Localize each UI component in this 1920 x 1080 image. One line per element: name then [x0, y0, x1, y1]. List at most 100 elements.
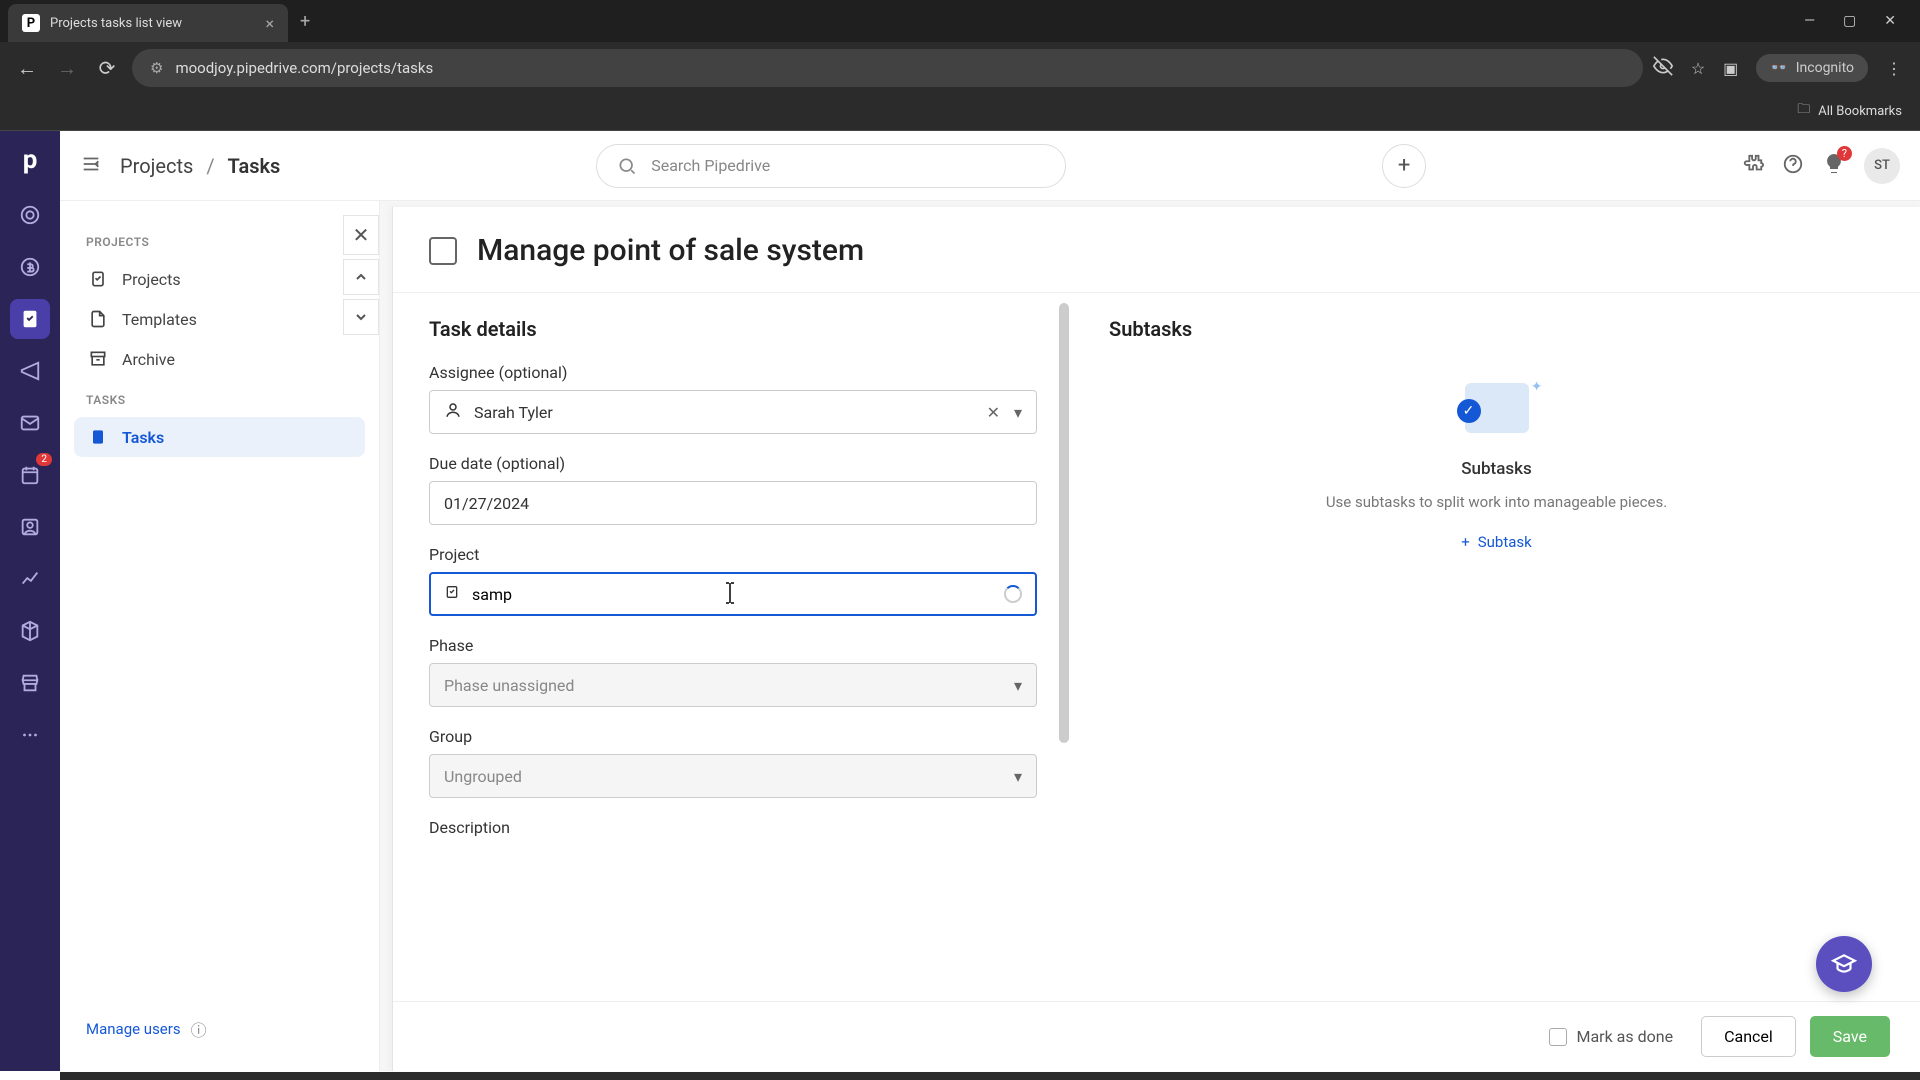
bookmark-star-icon[interactable]: ☆: [1691, 59, 1705, 78]
vrail-item-projects[interactable]: [10, 299, 50, 339]
info-icon[interactable]: ⓘ: [191, 1017, 207, 1041]
vrail-item-target[interactable]: [10, 195, 50, 235]
group-value: Ungrouped: [444, 767, 522, 786]
assignee-select[interactable]: Sarah Tyler ✕ ▾: [429, 390, 1037, 434]
breadcrumb-separator: /: [206, 154, 214, 178]
vrail-item-activities[interactable]: 2: [10, 455, 50, 495]
browser-tab[interactable]: P Projects tasks list view ×: [8, 4, 288, 42]
vrail-item-campaigns[interactable]: [10, 351, 50, 391]
checkbox-icon: [1549, 1028, 1567, 1046]
minimize-icon[interactable]: —: [1804, 13, 1815, 29]
sidebar-item-label: Projects: [122, 270, 181, 289]
url-right-icons: ☆ ▣ 👓 Incognito ⋮: [1653, 54, 1908, 82]
group-label: Group: [429, 727, 1037, 746]
help-fab[interactable]: [1816, 936, 1872, 992]
sidebar-item-archive[interactable]: Archive: [74, 339, 365, 379]
panel-controls: ✕: [343, 215, 379, 335]
browser-menu-icon[interactable]: ⋮: [1886, 59, 1902, 78]
vrail-item-products[interactable]: [10, 611, 50, 651]
url-bar: ← → ⟳ ⚙ moodjoy.pipedrive.com/projects/t…: [0, 42, 1920, 94]
vrail-item-deals[interactable]: [10, 247, 50, 287]
new-tab-button[interactable]: +: [300, 11, 310, 32]
reload-button[interactable]: ⟳: [92, 56, 122, 80]
app-root: p 2 Projects / Tasks Search Pipedrive +: [0, 131, 1920, 1071]
vrail-item-insights[interactable]: [10, 559, 50, 599]
quick-help-button[interactable]: ?: [1822, 152, 1846, 180]
bottom-strip: [60, 1072, 1920, 1080]
sidebar-item-label: Templates: [122, 310, 197, 329]
sidebar-item-label: Tasks: [122, 428, 164, 447]
due-date-input[interactable]: 01/27/2024: [429, 481, 1037, 525]
phase-value: Phase unassigned: [444, 676, 574, 695]
search-input[interactable]: Search Pipedrive: [596, 144, 1066, 188]
field-project: Project: [429, 545, 1037, 616]
sidebar-item-label: Archive: [122, 350, 175, 369]
project-label: Project: [429, 545, 1037, 564]
panel-footer: Mark as done Cancel Save: [393, 1001, 1920, 1071]
chevron-down-icon[interactable]: ▾: [1014, 403, 1022, 422]
close-panel-button[interactable]: ✕: [343, 215, 379, 255]
task-detail-panel: ✕ Manage point of sale system Task detai…: [392, 207, 1920, 1071]
sidebar-item-tasks[interactable]: Tasks: [74, 417, 365, 457]
vrail-item-more[interactable]: [10, 715, 50, 755]
cancel-button[interactable]: Cancel: [1701, 1016, 1796, 1057]
sidebar-item-templates[interactable]: Templates: [74, 299, 365, 339]
vrail-item-mail[interactable]: [10, 403, 50, 443]
manage-users-link[interactable]: Manage users: [86, 1020, 181, 1038]
app-content: Projects / Tasks Search Pipedrive + ? ST: [60, 131, 1920, 1071]
vrail-item-contacts[interactable]: [10, 507, 50, 547]
scrollbar-thumb[interactable]: [1059, 303, 1069, 743]
chevron-down-icon[interactable]: ▾: [1014, 767, 1022, 786]
folder-icon: 🗀: [1797, 100, 1810, 122]
site-settings-icon[interactable]: ⚙: [150, 59, 163, 77]
extensions-icon[interactable]: [1742, 153, 1764, 179]
vertical-rail: p 2: [0, 131, 60, 1071]
vrail-item-marketplace[interactable]: [10, 663, 50, 703]
forward-button[interactable]: →: [52, 56, 82, 81]
help-icon[interactable]: [1782, 153, 1804, 179]
panel-header: Manage point of sale system: [393, 207, 1920, 292]
collapse-sidebar-icon[interactable]: [80, 153, 102, 179]
tab-favicon: P: [22, 14, 40, 32]
all-bookmarks-button[interactable]: 🗀 All Bookmarks: [1797, 100, 1902, 122]
user-avatar[interactable]: ST: [1864, 148, 1900, 184]
assignee-label: Assignee (optional): [429, 363, 1037, 382]
phase-select[interactable]: Phase unassigned ▾: [429, 663, 1037, 707]
next-task-button[interactable]: [343, 299, 379, 335]
document-icon: [88, 309, 108, 329]
add-button[interactable]: +: [1382, 144, 1426, 188]
chevron-down-icon[interactable]: ▾: [1014, 676, 1022, 695]
field-group: Group Ungrouped ▾: [429, 727, 1037, 798]
incognito-indicator[interactable]: 👓 Incognito: [1756, 54, 1868, 82]
prev-task-button[interactable]: [343, 259, 379, 295]
save-button[interactable]: Save: [1810, 1016, 1890, 1057]
mark-done-checkbox[interactable]: Mark as done: [1549, 1027, 1674, 1046]
subtasks-illustration: ✦ ✓: [1447, 375, 1547, 445]
subtasks-heading: Subtasks: [1109, 317, 1884, 341]
window-controls: — ▢ ✕: [1804, 13, 1912, 29]
pipedrive-logo[interactable]: p: [23, 145, 38, 175]
project-icon: [444, 584, 460, 604]
activities-badge: 2: [36, 453, 52, 466]
panel-icon[interactable]: ▣: [1723, 59, 1738, 78]
breadcrumb-parent[interactable]: Projects: [120, 154, 193, 178]
group-select[interactable]: Ungrouped ▾: [429, 754, 1037, 798]
maximize-icon[interactable]: ▢: [1843, 13, 1856, 29]
sidebar: PROJECTS Projects Templates Archive TASK…: [60, 201, 380, 1071]
add-subtask-label: Subtask: [1478, 533, 1532, 551]
clear-icon[interactable]: ✕: [987, 403, 1000, 422]
add-subtask-button[interactable]: + Subtask: [1461, 533, 1532, 551]
tab-close-icon[interactable]: ×: [265, 14, 274, 33]
quick-help-badge: ?: [1837, 146, 1852, 161]
subtasks-empty-title: Subtasks: [1461, 459, 1532, 479]
field-assignee: Assignee (optional) Sarah Tyler ✕ ▾: [429, 363, 1037, 434]
sidebar-footer: Manage users ⓘ: [74, 1017, 365, 1051]
sidebar-section-tasks: TASKS: [86, 393, 353, 407]
eye-off-icon[interactable]: [1653, 56, 1673, 80]
sidebar-item-projects[interactable]: Projects: [74, 259, 365, 299]
archive-icon: [88, 349, 108, 369]
back-button[interactable]: ←: [12, 56, 42, 81]
loading-spinner-icon: [1004, 585, 1022, 603]
close-window-icon[interactable]: ✕: [1884, 13, 1896, 29]
address-bar[interactable]: ⚙ moodjoy.pipedrive.com/projects/tasks: [132, 49, 1643, 87]
